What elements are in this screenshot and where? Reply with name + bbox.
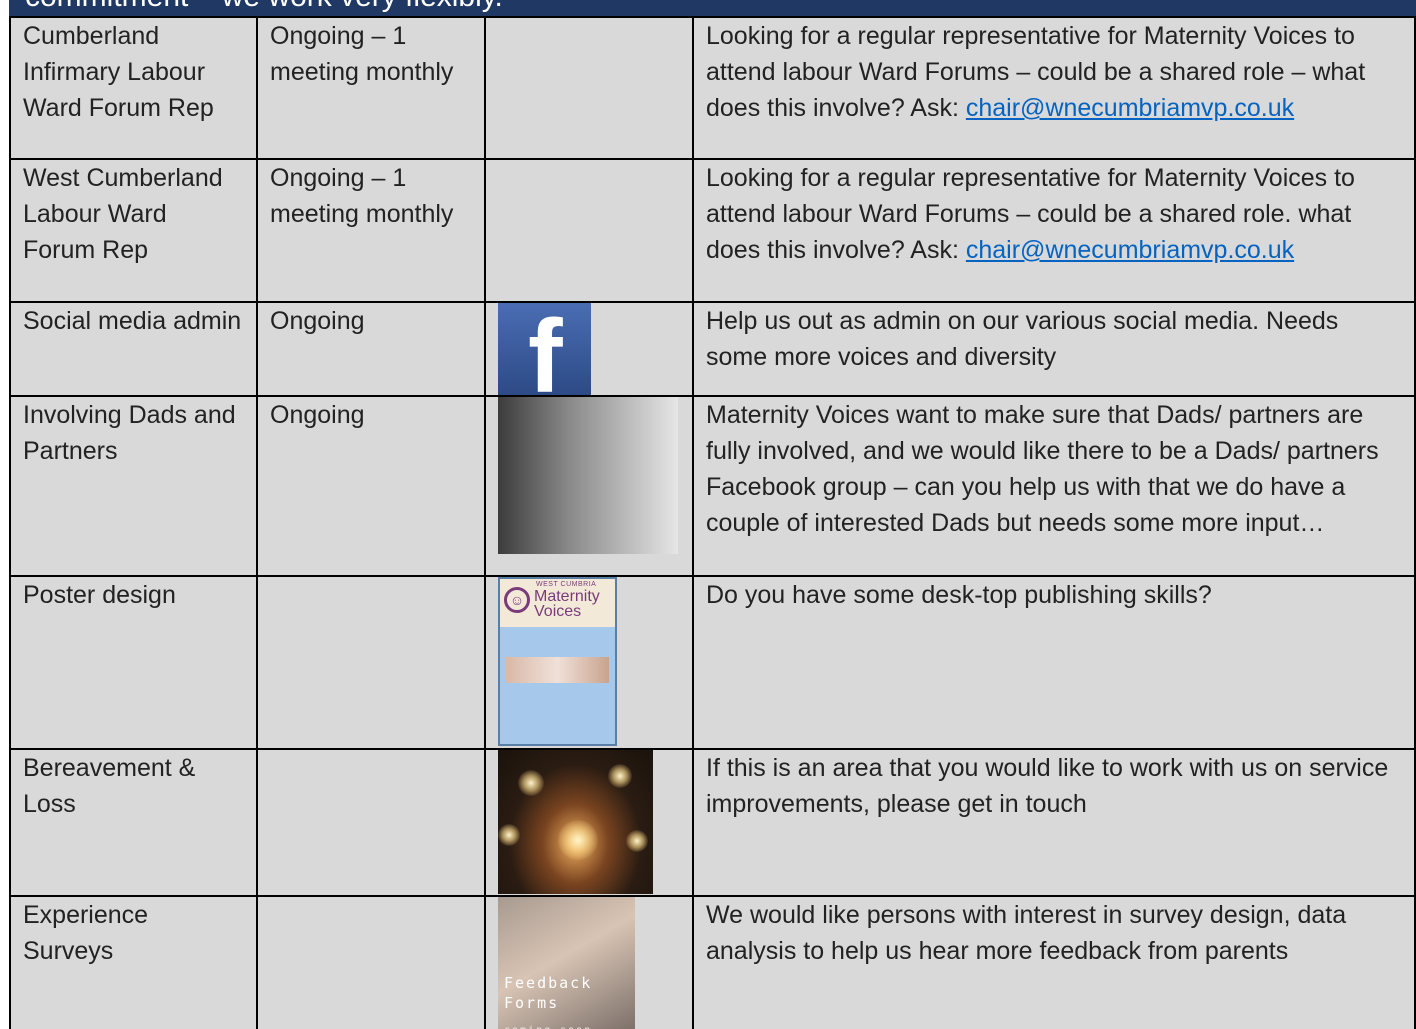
volunteer-roles-table: Cumberland Infirmary Labour Ward Forum R… (9, 16, 1416, 1029)
image-cell (484, 158, 694, 303)
table-row: Social media admin Ongoing f Help us out… (9, 301, 1416, 397)
maternity-voices-poster: ☺ WEST CUMBRIA Maternity Voices (498, 578, 617, 746)
description-cell: We would like persons with interest in s… (692, 895, 1416, 1029)
description-cell: Help us out as admin on our various soci… (692, 301, 1416, 397)
frequency-cell (256, 748, 486, 897)
description-cell: Looking for a regular representative for… (692, 158, 1416, 303)
facebook-logo-icon: f (498, 304, 591, 394)
document-page: commitment – we work very flexibly. Cumb… (0, 0, 1416, 1029)
image-cell: Feedback Forms coming soon... (484, 895, 694, 1029)
dad-and-baby-photo (498, 398, 678, 554)
frequency-cell: Ongoing – 1 meeting monthly (256, 158, 486, 303)
feedback-forms-text: Feedback Forms (504, 974, 593, 1012)
image-cell (484, 395, 694, 577)
poster-photo-strip (506, 657, 609, 683)
candle-in-hands-photo (498, 751, 653, 894)
table-row: Involving Dads and Partners Ongoing Mate… (9, 395, 1416, 577)
description-cell: If this is an area that you would like t… (692, 748, 1416, 897)
table-row: West Cumberland Labour Ward Forum Rep On… (9, 158, 1416, 303)
table-row: Experience Surveys Feedback Forms coming… (9, 895, 1416, 1029)
role-cell: Involving Dads and Partners (9, 395, 258, 577)
table-row: Cumberland Infirmary Labour Ward Forum R… (9, 16, 1416, 160)
image-cell (484, 748, 694, 897)
email-link[interactable]: chair@wnecumbriamvp.co.uk (966, 94, 1294, 122)
table-row: Bereavement & Loss If this is an area th… (9, 748, 1416, 897)
description-cell: Do you have some desk-top publishing ski… (692, 575, 1416, 750)
frequency-cell: Ongoing (256, 301, 486, 397)
frequency-cell (256, 895, 486, 1029)
role-cell: Experience Surveys (9, 895, 258, 1029)
feedback-forms-photo: Feedback Forms coming soon... (498, 898, 635, 1029)
table-row: Poster design ☺ WEST CUMBRIA Maternity V… (9, 575, 1416, 750)
description-cell: Maternity Voices want to make sure that … (692, 395, 1416, 577)
description-cell: Looking for a regular representative for… (692, 16, 1416, 160)
role-cell: Social media admin (9, 301, 258, 397)
image-cell: ☺ WEST CUMBRIA Maternity Voices (484, 575, 694, 750)
role-cell: Cumberland Infirmary Labour Ward Forum R… (9, 16, 258, 160)
frequency-cell: Ongoing (256, 395, 486, 577)
role-cell: Bereavement & Loss (9, 748, 258, 897)
role-cell: West Cumberland Labour Ward Forum Rep (9, 158, 258, 303)
frequency-cell: Ongoing – 1 meeting monthly (256, 16, 486, 160)
poster-large-title: Maternity Voices (534, 588, 600, 620)
image-cell: f (484, 301, 694, 397)
frequency-cell (256, 575, 486, 750)
maternity-voices-logo-icon: ☺ (504, 587, 530, 613)
email-link[interactable]: chair@wnecumbriamvp.co.uk (966, 236, 1294, 264)
coming-soon-text: coming soon... (504, 1013, 616, 1029)
role-cell: Poster design (9, 575, 258, 750)
header-text: commitment – we work very flexibly. (25, 0, 503, 14)
image-cell (484, 16, 694, 160)
